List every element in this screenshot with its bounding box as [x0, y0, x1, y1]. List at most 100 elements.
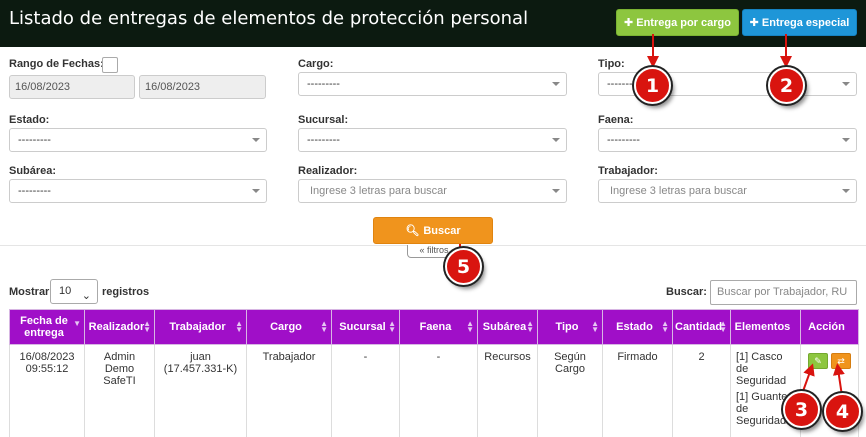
col-faena[interactable]: Faena ▲ ▼ [399, 309, 478, 345]
annotation-badge-2: 2 [768, 67, 805, 104]
cell-trabajador: juan (17.457.331-K) [154, 344, 247, 437]
page-title: Listado de entregas de elementos de prot… [9, 8, 529, 29]
caret-down-icon [842, 189, 850, 193]
cargo-select[interactable]: --------- [298, 72, 567, 96]
cell-cantidad: 2 [672, 344, 731, 437]
estado-select[interactable]: --------- [9, 128, 267, 152]
col-cargo[interactable]: Cargo ▲ ▼ [246, 309, 332, 345]
sucursal-label: Sucursal: [298, 114, 349, 126]
top-bar: Listado de entregas de elementos de prot… [0, 0, 866, 47]
realizador-placeholder: Ingrese 3 letras para buscar [310, 185, 447, 197]
caret-down-icon [552, 189, 560, 193]
double-chevron-up-icon: « [419, 245, 425, 255]
page-length-select[interactable]: 10 ⌄ [50, 279, 98, 304]
table-search-label: Buscar: [666, 286, 707, 298]
col-subarea[interactable]: Subárea ▲ ▼ [477, 309, 538, 345]
cell-sucursal: - [331, 344, 400, 437]
entregas-table: Fecha de entrega ▼ Realizador ▲ ▼ Trabajado… [9, 309, 859, 437]
sort-icon: ▲ ▼ [719, 319, 727, 334]
tipo-label: Tipo: [598, 58, 625, 70]
col-elementos-label: Elementos [734, 321, 791, 333]
sort-icon: ▲ ▼ [466, 319, 474, 334]
col-cantidad[interactable]: Cantidad ▲ ▼ [672, 309, 731, 345]
annotation-badge-3: 3 [783, 391, 820, 428]
col-fecha-label: Fecha de entrega [20, 315, 68, 339]
registros-label: registros [102, 286, 150, 298]
caret-down-icon [252, 138, 260, 142]
col-trabajador-label: Trabajador [169, 321, 226, 333]
entrega-especial-label: Entrega especial [761, 16, 850, 29]
col-estado[interactable]: Estado ▲ ▼ [602, 309, 673, 345]
faena-label: Faena: [598, 114, 634, 126]
sucursal-value: --------- [307, 134, 340, 146]
table-header-row: Fecha de entrega ▼ Realizador ▲ ▼ Trabajado… [9, 309, 859, 345]
page-length-value: 10 [59, 285, 72, 297]
rango-fechas-checkbox[interactable] [102, 57, 118, 73]
cell-fecha: 16/08/2023 09:55:12 [9, 344, 85, 437]
subarea-label: Subárea: [9, 165, 57, 177]
trabajador-placeholder: Ingrese 3 letras para buscar [610, 185, 747, 197]
col-realizador-label: Realizador [88, 321, 145, 333]
caret-down-icon [252, 189, 260, 193]
subarea-select[interactable]: --------- [9, 179, 267, 203]
entrega-por-cargo-label: Entrega por cargo [636, 16, 731, 29]
annotation-badge-1: 1 [634, 67, 671, 104]
cargo-value: --------- [307, 78, 340, 90]
col-tipo[interactable]: Tipo ▲ ▼ [537, 309, 603, 345]
cell-realizador: Admin Demo SafeTI [84, 344, 155, 437]
caret-down-icon [552, 82, 560, 86]
estado-value: --------- [18, 134, 51, 146]
edit-button[interactable]: ✎ [808, 353, 828, 369]
faena-value: --------- [607, 134, 640, 146]
entrega-por-cargo-button[interactable]: ✚ Entrega por cargo [616, 9, 739, 36]
buscar-button[interactable]: 🔍︎ Buscar [373, 217, 493, 244]
sort-icon: ▲ ▼ [388, 319, 396, 334]
cell-cargo: Trabajador [246, 344, 332, 437]
action-buttons: ✎ ⇄ [804, 353, 855, 369]
cell-tipo: Según Cargo [537, 344, 603, 437]
annotation-badge-4: 4 [824, 393, 861, 430]
sort-icon: ▲ ▼ [320, 319, 328, 334]
col-faena-label: Faena [419, 321, 452, 333]
plus-icon: ✚ [749, 17, 759, 29]
trabajador-label: Trabajador: [598, 165, 658, 177]
col-cantidad-label: Cantidad [675, 321, 723, 333]
filtros-label: filtros [427, 245, 449, 255]
table-search-input[interactable]: Buscar por Trabajador, RU [710, 280, 857, 305]
caret-down-icon [842, 82, 850, 86]
sort-icon: ▲ ▼ [591, 319, 599, 334]
col-accion-label: Acción [808, 321, 845, 333]
faena-select[interactable]: --------- [598, 128, 857, 152]
exchange-icon: ⇄ [837, 356, 845, 366]
cargo-label: Cargo: [298, 58, 334, 70]
sucursal-select[interactable]: --------- [298, 128, 567, 152]
buscar-label: Buscar [423, 224, 461, 237]
cell-faena: - [399, 344, 478, 437]
annotation-badge-5: 5 [445, 248, 482, 285]
estado-label: Estado: [9, 114, 50, 126]
sort-icon: ▲ ▼ [526, 319, 534, 334]
col-sucursal-label: Sucursal [339, 321, 386, 333]
realizador-select[interactable]: Ingrese 3 letras para buscar [298, 179, 567, 203]
exchange-button[interactable]: ⇄ [831, 353, 851, 369]
cell-subarea: Recursos [477, 344, 538, 437]
col-subarea-label: Subárea [482, 321, 527, 333]
col-sucursal[interactable]: Sucursal ▲ ▼ [331, 309, 400, 345]
entrega-especial-button[interactable]: ✚ Entrega especial [742, 9, 857, 36]
col-elementos: Elementos [730, 309, 801, 345]
pencil-icon: ✎ [814, 356, 822, 366]
caret-down-icon [842, 138, 850, 142]
col-trabajador[interactable]: Trabajador ▲ ▼ [154, 309, 247, 345]
chevron-down-icon: ⌄ [81, 290, 91, 302]
subarea-value: --------- [18, 185, 51, 197]
caret-down-icon [552, 138, 560, 142]
trabajador-select[interactable]: Ingrese 3 letras para buscar [598, 179, 857, 203]
rango-fechas-label: Rango de Fechas: [9, 58, 104, 70]
fecha-desde-input[interactable]: 16/08/2023 [9, 75, 135, 99]
sort-icon: ▲ ▼ [235, 319, 243, 334]
col-realizador[interactable]: Realizador ▲ ▼ [84, 309, 155, 345]
col-fecha[interactable]: Fecha de entrega ▼ [9, 309, 85, 345]
sort-icon: ▲ ▼ [661, 319, 669, 334]
fecha-hasta-input[interactable]: 16/08/2023 [139, 75, 266, 99]
search-icon: 🔍︎ [405, 225, 420, 237]
